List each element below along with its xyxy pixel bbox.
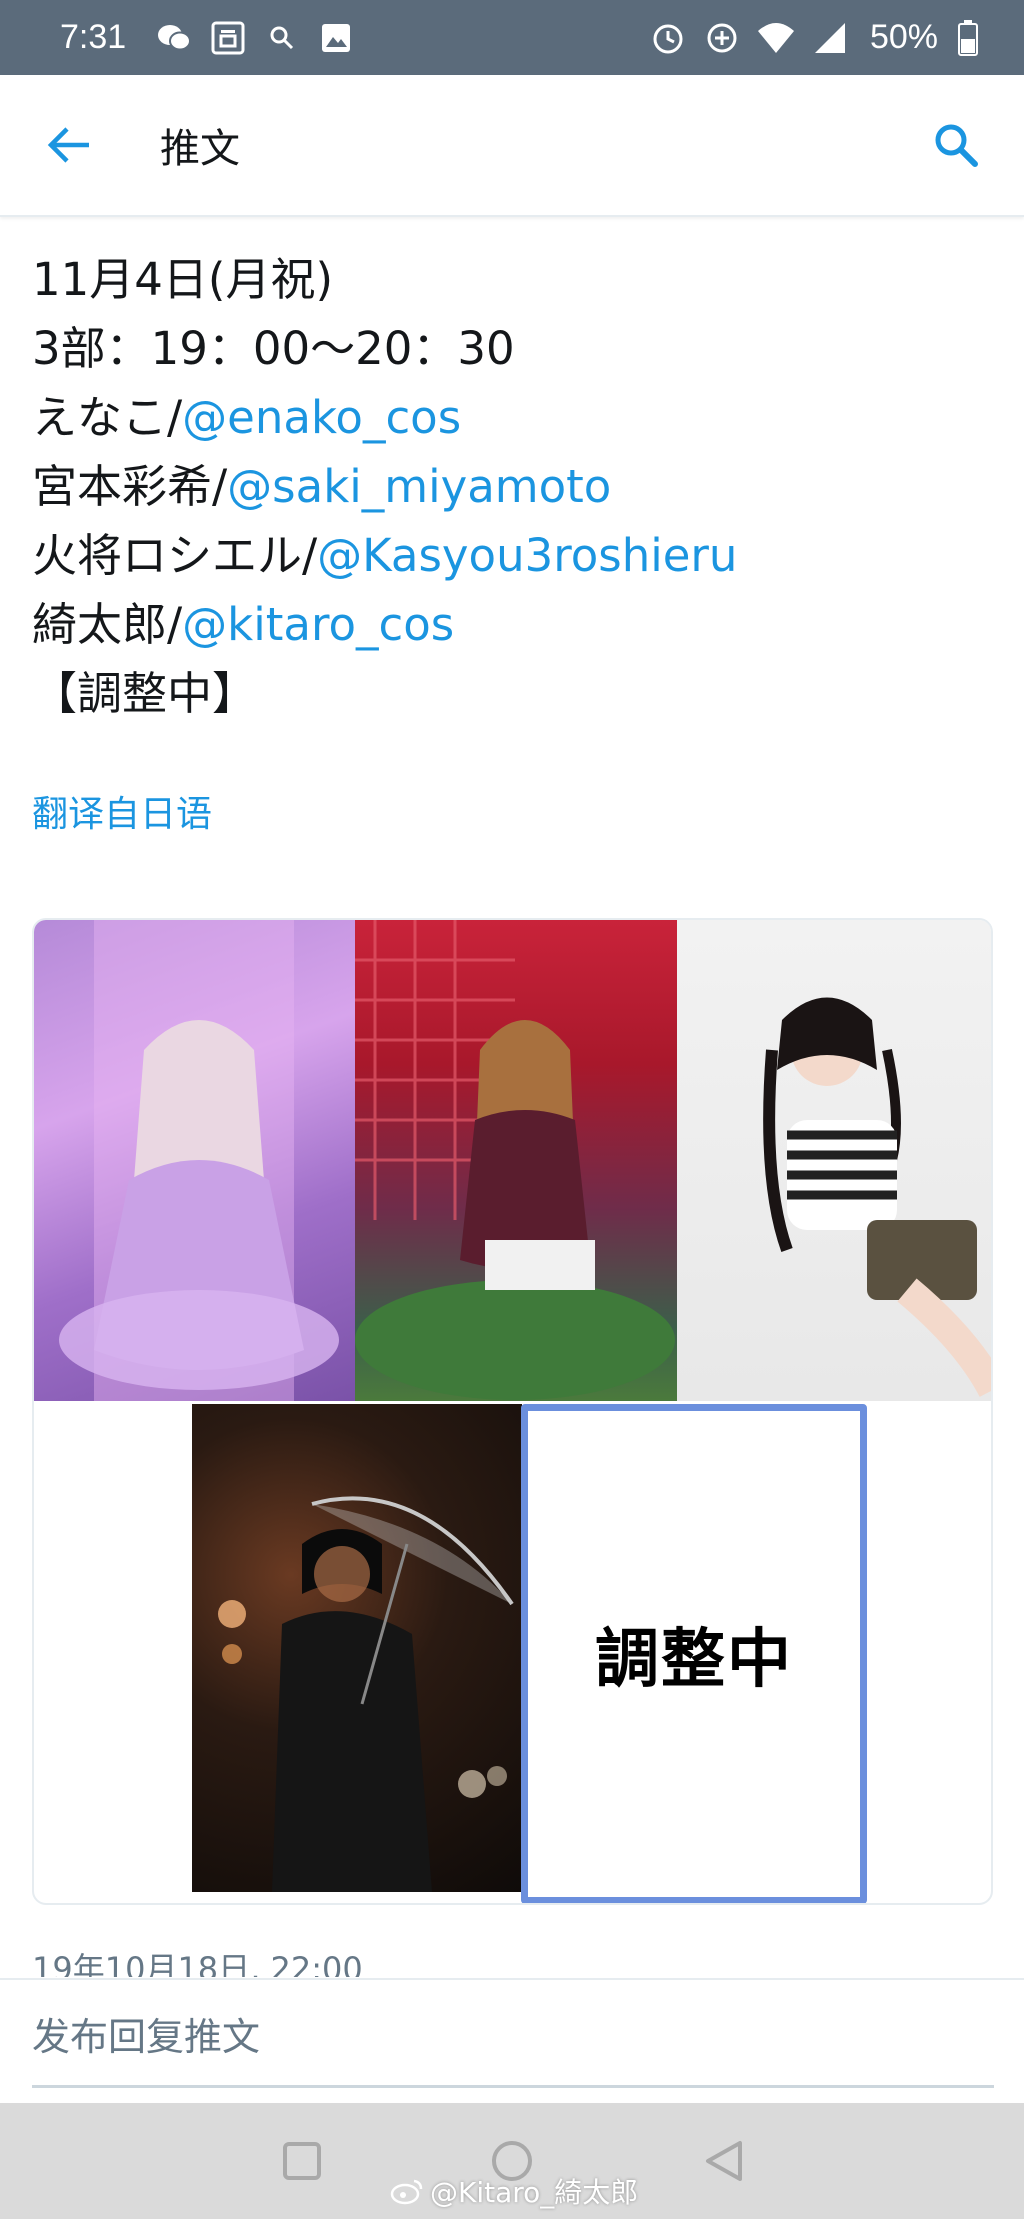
mention-link[interactable]: @saki_miyamoto bbox=[227, 460, 611, 513]
triangle-back-icon bbox=[706, 2141, 742, 2181]
system-nav-bar: @Kitaro_綺太郎 bbox=[0, 2103, 1024, 2219]
tbd-label: 調整中 bbox=[595, 1623, 793, 1697]
tweet-line-kitaro: 綺太郎/@kitaro_cos bbox=[32, 590, 992, 659]
data-saver-icon bbox=[702, 18, 742, 58]
alarm-icon bbox=[648, 18, 688, 58]
tweet-line-text: 3部：19：00〜20：30 bbox=[32, 322, 515, 375]
tbd-placeholder-card[interactable]: 調整中 bbox=[521, 1404, 867, 1903]
tweet-line-kasyou: 火将ロシエル/@Kasyou3roshieru bbox=[32, 521, 992, 590]
wechat-icon bbox=[154, 18, 194, 58]
tweet-line-text: 綺太郎/ bbox=[32, 598, 183, 651]
photo-saki[interactable] bbox=[355, 920, 677, 1401]
tweet-line-text: えなこ/ bbox=[32, 391, 183, 444]
wifi-icon bbox=[756, 18, 796, 58]
weibo-icon bbox=[390, 2179, 423, 2205]
page-title: 推文 bbox=[160, 126, 240, 172]
tweet-line-enako: えなこ/@enako_cos bbox=[32, 383, 992, 452]
recent-apps-button[interactable] bbox=[272, 2131, 332, 2191]
photo-enako[interactable] bbox=[34, 920, 355, 1401]
reply-input[interactable]: 发布回复推文 bbox=[32, 1992, 994, 2088]
photo-kasyou[interactable] bbox=[677, 920, 991, 1401]
arrow-left-icon bbox=[47, 127, 89, 163]
app-header: 推文 bbox=[0, 75, 1024, 217]
search-button[interactable] bbox=[916, 105, 996, 185]
status-bar: 7:31 50% bbox=[0, 0, 1024, 75]
tweet-line-text: 宮本彩希/ bbox=[32, 460, 228, 513]
tweet-line-tbd: 【調整中】 bbox=[32, 659, 992, 728]
square-icon bbox=[283, 2142, 321, 2180]
battery-percent: 50% bbox=[869, 18, 938, 56]
photo-kitaro[interactable] bbox=[192, 1404, 522, 1892]
tweet-line-date: 11月4日(月祝) bbox=[32, 245, 992, 314]
signal-icon bbox=[810, 18, 850, 58]
media-grid: 調整中 bbox=[32, 918, 993, 1905]
tweet-line-saki: 宮本彩希/@saki_miyamoto bbox=[32, 452, 992, 521]
image-icon bbox=[316, 18, 356, 58]
battery-icon bbox=[948, 18, 988, 58]
reply-bar: 发布回复推文 bbox=[0, 1978, 1024, 2103]
back-button[interactable] bbox=[30, 105, 110, 185]
tweet-timestamp: 19年10月18日, 22:00 bbox=[32, 1950, 363, 1977]
weibo-watermark: @Kitaro_綺太郎 bbox=[390, 2171, 638, 2211]
mention-link[interactable]: @kitaro_cos bbox=[182, 598, 454, 651]
mention-link[interactable]: @Kasyou3roshieru bbox=[317, 529, 737, 582]
watermark-text: @Kitaro_綺太郎 bbox=[430, 2176, 639, 2209]
tweet-text: 11月4日(月祝) 3部：19：00〜20：30 えなこ/@enako_cos … bbox=[32, 245, 992, 728]
search-icon bbox=[935, 124, 978, 167]
dictionary-icon bbox=[208, 18, 248, 58]
translate-link[interactable]: 翻译自日语 bbox=[32, 785, 212, 837]
mention-link[interactable]: @enako_cos bbox=[182, 391, 461, 444]
tweet-line-text: 11月4日(月祝) bbox=[32, 253, 334, 306]
tweet-line-text: 【調整中】 bbox=[32, 667, 258, 720]
tweet-line-text: 火将ロシエル/ bbox=[32, 529, 318, 582]
search-icon bbox=[262, 18, 302, 58]
tweet-line-time: 3部：19：00〜20：30 bbox=[32, 314, 992, 383]
status-time: 7:31 bbox=[60, 18, 127, 56]
back-nav-button[interactable] bbox=[694, 2131, 754, 2191]
